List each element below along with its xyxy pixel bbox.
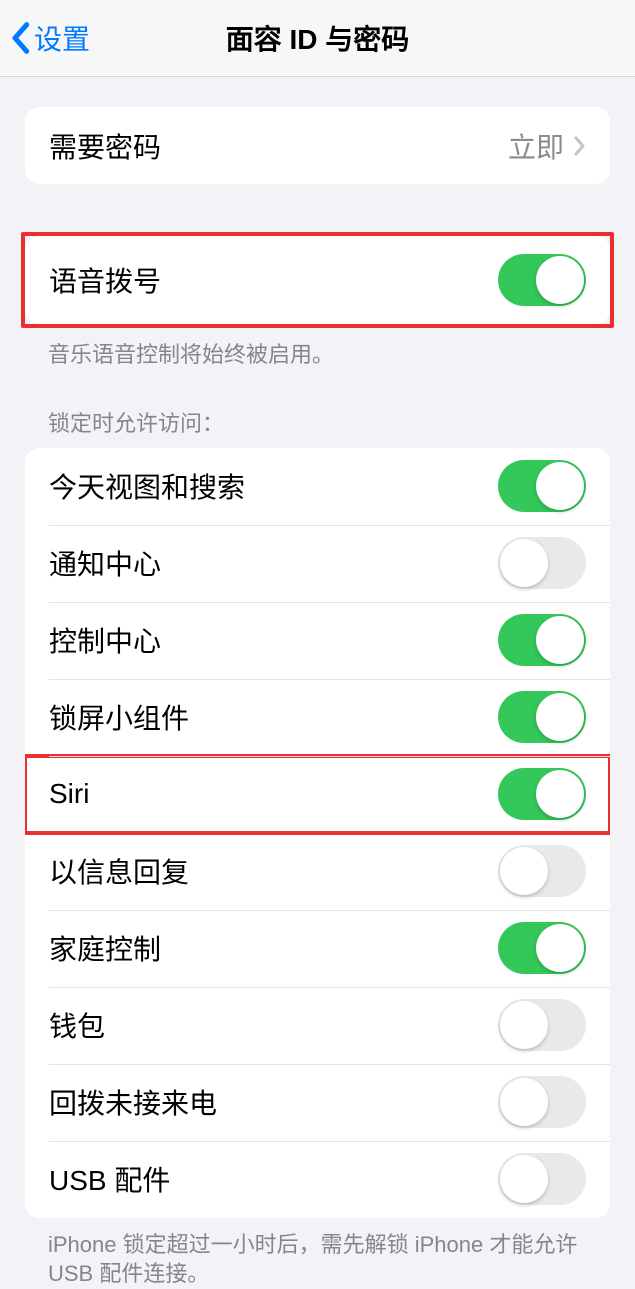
require-passcode-label: 需要密码	[49, 126, 508, 166]
chevron-left-icon	[10, 21, 30, 55]
nav-bar: 设置 面容 ID 与密码	[0, 0, 635, 77]
toggle[interactable]	[498, 768, 586, 820]
locked-access-label: 锁屏小组件	[49, 697, 498, 737]
toggle-knob	[500, 539, 548, 587]
toggle[interactable]	[498, 460, 586, 512]
locked-access-label: 回拨未接来电	[49, 1082, 498, 1122]
toggle[interactable]	[498, 999, 586, 1051]
voice-dial-row[interactable]: 语音拨号	[25, 236, 610, 324]
toggle-knob	[500, 847, 548, 895]
locked-access-label: USB 配件	[49, 1159, 498, 1199]
toggle-knob	[536, 462, 584, 510]
locked-access-label: 控制中心	[49, 620, 498, 660]
locked-access-row[interactable]: USB 配件	[25, 1141, 610, 1218]
chevron-right-icon	[574, 136, 586, 156]
back-label: 设置	[34, 18, 90, 58]
require-passcode-value: 立即	[508, 126, 564, 166]
voice-dial-toggle[interactable]	[498, 254, 586, 306]
locked-access-row[interactable]: 锁屏小组件	[25, 679, 610, 756]
locked-access-row[interactable]: 通知中心	[25, 525, 610, 602]
locked-access-footer: iPhone 锁定超过一小时后，需先解锁 iPhone 才能允许 USB 配件连…	[0, 1218, 635, 1289]
toggle-knob	[536, 256, 584, 304]
toggle-knob	[536, 770, 584, 818]
locked-access-label: 今天视图和搜索	[49, 466, 498, 506]
voice-dial-label: 语音拨号	[49, 260, 498, 300]
locked-access-row[interactable]: 控制中心	[25, 602, 610, 679]
locked-access-label: 通知中心	[49, 543, 498, 583]
toggle-knob	[500, 1155, 548, 1203]
highlight-voice-dial: 语音拨号	[21, 232, 614, 328]
toggle[interactable]	[498, 845, 586, 897]
toggle-knob	[536, 924, 584, 972]
toggle[interactable]	[498, 1076, 586, 1128]
locked-access-row[interactable]: 回拨未接来电	[25, 1064, 610, 1141]
toggle-knob	[536, 693, 584, 741]
locked-access-row[interactable]: 家庭控制	[25, 910, 610, 987]
locked-access-row[interactable]: 钱包	[25, 987, 610, 1064]
locked-access-header: 锁定时允许访问：	[0, 406, 635, 448]
passcode-group: 需要密码 立即	[25, 107, 610, 184]
voice-dial-footer: 音乐语音控制将始终被启用。	[0, 328, 635, 370]
require-passcode-row[interactable]: 需要密码 立即	[25, 107, 610, 184]
locked-access-label: 钱包	[49, 1005, 498, 1045]
toggle-knob	[500, 1001, 548, 1049]
toggle[interactable]	[498, 614, 586, 666]
toggle[interactable]	[498, 691, 586, 743]
locked-access-group: 今天视图和搜索通知中心控制中心锁屏小组件 Siri 以信息回复家庭控制钱包回拨未接来…	[25, 448, 610, 1218]
locked-access-row[interactable]: 今天视图和搜索	[25, 448, 610, 525]
back-button[interactable]: 设置	[10, 18, 90, 58]
toggle[interactable]	[498, 922, 586, 974]
locked-access-label: 家庭控制	[49, 928, 498, 968]
toggle[interactable]	[498, 537, 586, 589]
locked-access-label: Siri	[49, 778, 498, 810]
voice-dial-group: 语音拨号	[25, 236, 610, 324]
page-title: 面容 ID 与密码	[226, 18, 410, 58]
toggle-knob	[500, 1078, 548, 1126]
locked-access-label: 以信息回复	[49, 851, 498, 891]
locked-access-row[interactable]: 以信息回复	[25, 833, 610, 910]
toggle[interactable]	[498, 1153, 586, 1205]
locked-access-row[interactable]: Siri	[25, 756, 610, 833]
toggle-knob	[536, 616, 584, 664]
